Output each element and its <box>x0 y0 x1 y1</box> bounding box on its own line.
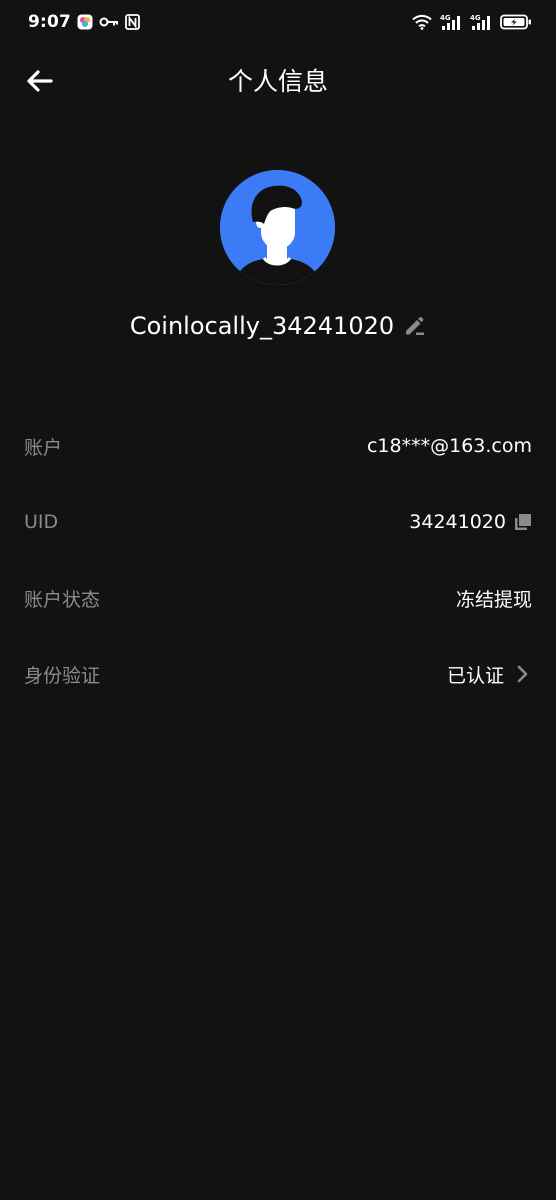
uid-value: 34241020 <box>409 511 506 533</box>
status-time: 9:07 <box>28 12 72 32</box>
app-icon <box>77 14 93 30</box>
info-row-status: 账户状态 冻结提现 <box>0 560 556 636</box>
copy-icon <box>515 514 531 530</box>
avatar[interactable] <box>220 170 335 285</box>
info-row-uid: UID 34241020 <box>0 484 556 560</box>
account-value: c18***@163.com <box>366 435 532 457</box>
verification-label: 身份验证 <box>24 664 101 687</box>
copy-uid-button[interactable] <box>514 513 532 531</box>
username-row: Coinlocally_34241020 <box>0 312 556 340</box>
status-bar: 9:07 4G 4G <box>0 0 556 44</box>
network-1-label: 4G <box>440 14 451 22</box>
info-row-account: 账户 c18***@163.com <box>0 408 556 484</box>
network-2-label: 4G <box>470 14 481 22</box>
status-value-wrap: 冻结提现 <box>456 585 532 612</box>
verification-chevron[interactable] <box>512 664 532 684</box>
signal-4g-icon: 4G <box>470 13 492 31</box>
key-icon <box>99 16 119 28</box>
arrow-left-icon <box>27 70 53 92</box>
status-left: 9:07 <box>28 12 140 32</box>
info-list: 账户 c18***@163.com UID 34241020 账户状态 冻结提现… <box>0 408 556 712</box>
header: 个人信息 <box>0 52 556 108</box>
nfc-icon <box>125 14 140 30</box>
uid-label: UID <box>24 511 59 533</box>
uid-value-wrap: 34241020 <box>409 511 532 533</box>
status-right: 4G 4G <box>412 13 532 31</box>
edit-username-button[interactable] <box>402 314 426 338</box>
info-row-verification[interactable]: 身份验证 已认证 <box>0 636 556 712</box>
edit-pencil-icon <box>406 316 425 335</box>
signal-4g-icon: 4G <box>440 13 462 31</box>
username: Coinlocally_34241020 <box>129 312 395 340</box>
user-avatar-icon <box>220 170 335 285</box>
account-value-wrap: c18***@163.com <box>367 435 532 457</box>
wifi-icon <box>412 14 432 30</box>
account-status-label: 账户状态 <box>24 588 101 611</box>
account-status-value: 冻结提现 <box>455 588 532 611</box>
page-title: 个人信息 <box>227 67 328 96</box>
account-label: 账户 <box>24 436 63 459</box>
verification-value: 已认证 <box>446 664 504 687</box>
back-button[interactable] <box>22 64 56 98</box>
battery-charging-icon <box>500 14 532 30</box>
chevron-right-icon <box>517 665 528 683</box>
verification-value-wrap: 已认证 <box>447 661 532 688</box>
